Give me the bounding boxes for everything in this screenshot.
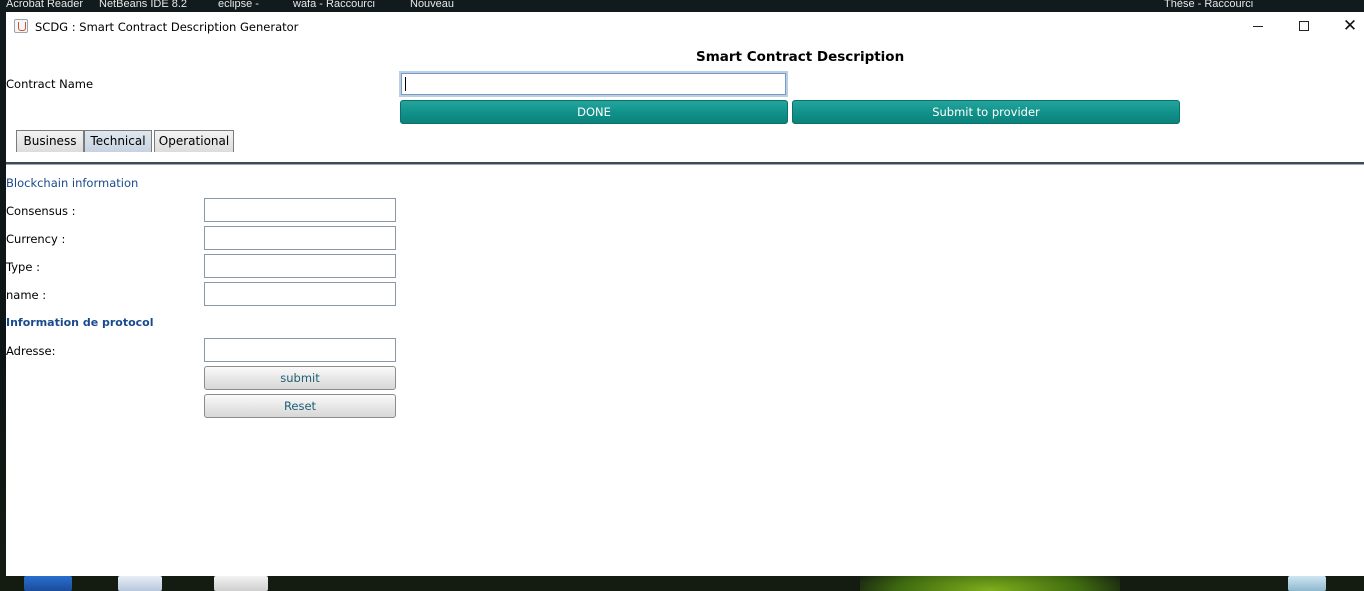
app-window: SCDG : Smart Contract Description Genera… [6, 12, 1364, 576]
name-label: name : [6, 288, 47, 302]
name-input[interactable] [204, 282, 396, 306]
consensus-input[interactable] [204, 198, 396, 222]
tab-operational[interactable]: Operational [154, 130, 234, 152]
maximize-icon [1299, 21, 1309, 31]
close-icon: ✕ [1342, 15, 1358, 36]
main-content: Smart Contract Description Contract Name… [6, 40, 1364, 576]
close-button[interactable]: ✕ [1327, 12, 1364, 40]
type-input[interactable] [204, 254, 396, 278]
submit-button[interactable]: submit [204, 366, 396, 390]
shortcut-these[interactable]: Thèse - Raccourci [1164, 0, 1253, 10]
shortcut-acrobat[interactable]: Acrobat Reader [6, 0, 83, 10]
minimize-icon [1253, 25, 1263, 27]
tab-business[interactable]: Business [16, 130, 84, 152]
reset-button[interactable]: Reset [204, 394, 396, 418]
consensus-label: Consensus : [6, 204, 76, 218]
shortcut-wafa[interactable]: wafa - Raccourci [293, 0, 375, 10]
java-app-icon [14, 19, 28, 33]
transfer-app-icon[interactable] [24, 576, 72, 591]
protocol-section-title: Information de protocol [6, 316, 154, 329]
shortcut-nouveau[interactable]: Nouveau [410, 0, 454, 10]
contract-name-label: Contract Name [6, 77, 94, 91]
contract-name-input[interactable] [399, 71, 788, 97]
window-titlebar[interactable]: SCDG : Smart Contract Description Genera… [6, 12, 1364, 40]
done-button[interactable]: DONE [400, 100, 788, 124]
address-label: Adresse: [6, 344, 56, 358]
minimize-button[interactable] [1235, 12, 1281, 40]
text-caret [405, 77, 406, 91]
tab-technical[interactable]: Technical [84, 130, 152, 152]
word-document-icon[interactable] [118, 576, 162, 591]
window-title: SCDG : Smart Contract Description Genera… [35, 20, 299, 34]
submit-to-provider-button[interactable]: Submit to provider [792, 100, 1180, 124]
shortcut-netbeans[interactable]: NetBeans IDE 8.2 [99, 0, 187, 10]
tab-divider [6, 162, 1364, 165]
recycle-bin-icon[interactable] [1288, 576, 1326, 591]
document-thumbnail-icon[interactable] [214, 576, 268, 591]
type-label: Type : [6, 260, 40, 274]
address-input[interactable] [204, 338, 396, 362]
currency-label: Currency : [6, 232, 66, 246]
page-title: Smart Contract Description [696, 49, 905, 65]
shortcut-eclipse[interactable]: eclipse - [218, 0, 259, 10]
desktop-shortcut-bar: Acrobat Reader NetBeans IDE 8.2 eclipse … [0, 0, 1364, 12]
blockchain-section-title: Blockchain information [6, 176, 139, 190]
currency-input[interactable] [204, 226, 396, 250]
maximize-button[interactable] [1281, 12, 1327, 40]
